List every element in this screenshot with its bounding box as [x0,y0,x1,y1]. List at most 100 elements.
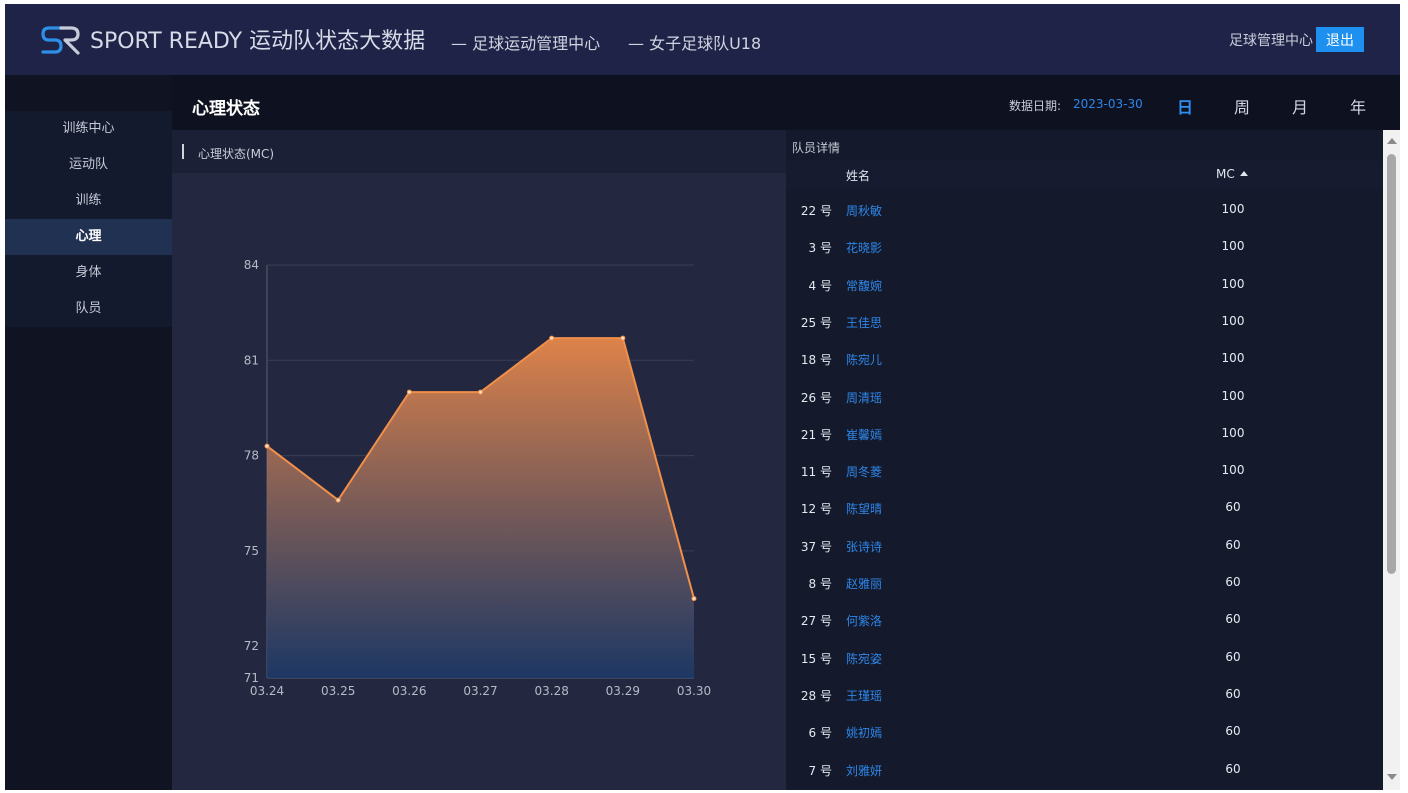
app-brand-title: SPORT READY 运动队状态大数据 [90,29,426,54]
scroll-down-arrow-icon[interactable] [1387,774,1397,780]
logout-button[interactable]: 退出 [1316,27,1364,52]
x-tick-label: 03.27 [463,684,497,698]
player-mc-value: 60 [1225,500,1241,515]
sort-ascending-icon[interactable] [1239,171,1248,176]
date-label: 数据日期: [1009,99,1062,113]
data-point [549,335,555,341]
table-row[interactable]: 15 号陈宛姿 60 [786,639,1383,676]
player-number: 22 号 [800,204,832,218]
sidebar-item[interactable]: 运动队 [5,147,172,183]
player-name-link[interactable]: 赵雅丽 [846,575,882,592]
table-row[interactable]: 27 号何紫洛 60 [786,601,1383,638]
player-name-link[interactable]: 花晓影 [846,239,882,256]
player-detail-panel: 队员详情 姓名 MC 22 号周秋敏 100 3 号花晓影 100 4 号常馥婉 100 2… [786,130,1383,790]
player-number: 15 号 [800,651,832,666]
sidebar-item[interactable]: 心理 [5,219,172,255]
table-row[interactable]: 22 号周秋敏 100 [786,191,1383,228]
sidebar-item[interactable]: 训练 [5,183,172,219]
vertical-scrollbar[interactable] [1383,130,1400,790]
player-name-link[interactable]: 陈宛姿 [846,650,882,667]
content-header: 心理状态 数据日期: 2023-03-30 日 周 月 年 [172,75,1400,130]
x-tick-label: 03.30 [677,684,711,698]
y-tick-label: 75 [244,544,259,558]
table-row[interactable]: 12 号陈望晴 60 [786,489,1383,526]
player-number: 4 号 [808,278,832,293]
table-row[interactable]: 21 号崔馨嫣 100 [786,415,1383,452]
scroll-thumb[interactable] [1387,154,1396,574]
player-mc-value: 100 [1221,239,1245,254]
player-mc-value: 100 [1221,351,1245,366]
period-tab-day[interactable]: 日 [1177,94,1193,118]
app-window: SPORT READY 运动队状态大数据 — 足球运动管理中心 — 女子足球队U… [5,4,1400,790]
table-row[interactable]: 26 号周清瑶 100 [786,378,1383,415]
table-row[interactable]: 11 号周冬菱 100 [786,452,1383,489]
breadcrumb-center[interactable]: — 足球运动管理中心 [451,30,600,54]
player-name-link[interactable]: 崔馨嫣 [846,426,882,443]
scroll-up-arrow-icon[interactable] [1387,138,1397,144]
column-header-mc[interactable]: MC [1216,167,1248,181]
player-name-link[interactable]: 常馥婉 [846,277,882,294]
top-header-bar: SPORT READY 运动队状态大数据 — 足球运动管理中心 — 女子足球队U… [5,4,1400,75]
table-row[interactable]: 6 号姚初嫣 60 [786,713,1383,750]
table-row[interactable]: 28 号王瑾瑶 60 [786,676,1383,713]
date-picker-value[interactable]: 2023-03-30 [1073,97,1143,111]
player-name-link[interactable]: 何紫洛 [846,612,882,629]
title-accent-bar [182,144,184,159]
data-point [620,335,626,341]
period-tab-week[interactable]: 周 [1234,94,1250,118]
player-name-link[interactable]: 周冬菱 [846,463,882,480]
column-header-name[interactable]: 姓名 [846,167,870,184]
sidebar-item[interactable]: 训练中心 [5,111,172,147]
player-mc-value: 100 [1221,388,1245,403]
player-number: 3 号 [808,241,832,256]
current-user-label: 足球管理中心 [1229,33,1313,49]
table-row[interactable]: 25 号王佳思 100 [786,303,1383,340]
series-area-fill [267,338,694,678]
table-row[interactable]: 8 号赵雅丽 60 [786,564,1383,601]
column-header-mc-label: MC [1216,167,1235,181]
player-number: 8 号 [808,577,832,591]
player-name-link[interactable]: 王瑾瑶 [846,687,882,704]
mc-chart-panel: 心理状态(MC) 71 72 75 78 81 84 03.24 03.25 03.26 03.2… [172,130,786,790]
sidebar-item[interactable]: 队员 [5,291,172,327]
data-point [264,443,270,449]
player-number: 37 号 [800,539,832,554]
player-name-link[interactable]: 周秋敏 [846,202,882,219]
table-row[interactable]: 18 号陈宛儿 100 [786,340,1383,377]
x-tick-label: 03.29 [606,684,640,698]
breadcrumb-team[interactable]: — 女子足球队U18 [628,30,761,54]
chart-panel-header: 心理状态(MC) [172,130,786,173]
player-mc-value: 60 [1225,537,1241,552]
table-row[interactable]: 3 号花晓影 100 [786,228,1383,265]
player-name-link[interactable]: 陈宛儿 [846,351,882,368]
player-name-link[interactable]: 王佳思 [846,314,882,331]
table-row[interactable]: 7 号刘雅妍 60 [786,751,1383,788]
player-mc-value: 100 [1221,463,1245,478]
sidebar-item[interactable]: 身体 [5,255,172,291]
player-mc-value: 60 [1225,612,1241,627]
x-tick-label: 03.25 [321,684,355,698]
player-number: 21 号 [800,427,832,442]
period-tab-month[interactable]: 月 [1292,94,1308,118]
y-tick-label: 81 [244,353,259,367]
player-name-link[interactable]: 周清瑶 [846,389,882,406]
player-name-link[interactable]: 陈望晴 [846,500,882,517]
player-name-link[interactable]: 刘雅妍 [846,762,882,779]
table-row[interactable]: 4 号常馥婉 100 [786,266,1383,303]
player-number: 27 号 [800,614,832,629]
sport-ready-logo-icon [41,26,80,55]
player-number: 6 号 [808,726,832,741]
player-mc-value: 100 [1221,202,1245,216]
sidebar-menu: 训练中心 运动队 训练 心理 身体 队员 [5,111,172,327]
mc-area-chart: 71 72 75 78 81 84 03.24 03.25 03.26 03.27 03.28 03.… [244,258,711,698]
y-tick-label: 71 [244,671,259,685]
player-mc-value: 60 [1225,724,1241,739]
x-tick-label: 03.24 [250,684,284,698]
player-name-link[interactable]: 姚初嫣 [846,724,882,741]
chart-panel-title: 心理状态(MC) [198,147,275,161]
period-tab-year[interactable]: 年 [1350,94,1366,118]
player-mc-value: 100 [1221,425,1245,440]
x-tick-label: 03.28 [534,684,568,698]
player-name-link[interactable]: 张诗诗 [846,538,882,555]
table-row[interactable]: 37 号张诗诗 60 [786,527,1383,564]
